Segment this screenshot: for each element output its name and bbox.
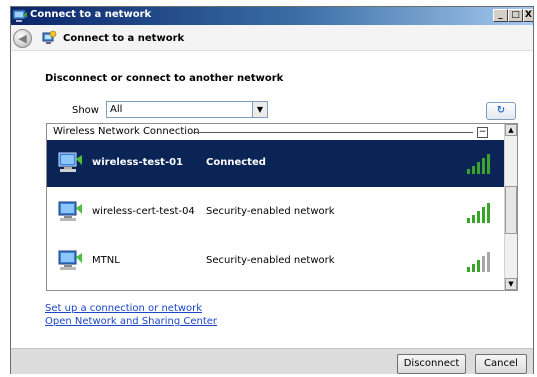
title-bar[interactable]: Connect to a network _ □ X	[11, 7, 533, 25]
group-label: Wireless Network Connection	[53, 126, 204, 137]
close-button[interactable]: X	[523, 9, 533, 22]
network-name: wireless-test-01	[92, 157, 184, 168]
chevron-down-icon[interactable]: ▼	[252, 102, 267, 117]
back-arrow-icon[interactable]: ◀	[13, 29, 32, 48]
group-header: Wireless Network Connection −	[47, 124, 504, 140]
signal-strength-icon	[467, 252, 490, 272]
sharing-center-link[interactable]: Open Network and Sharing Center	[45, 316, 217, 327]
network-name: MTNL	[92, 255, 120, 266]
scroll-up-button[interactable]: ▲	[505, 124, 517, 136]
network-status: Connected	[206, 157, 266, 168]
setup-connection-link[interactable]: Set up a connection or network	[45, 303, 202, 314]
signal-strength-icon	[467, 154, 490, 174]
show-filter-dropdown[interactable]: All ▼	[106, 101, 268, 118]
refresh-button[interactable]: ↻	[486, 102, 516, 120]
network-status: Security-enabled network	[206, 255, 335, 266]
network-app-icon	[12, 9, 27, 22]
navigation-bar: ◀ Connect to a network	[11, 25, 533, 51]
network-list: Wireless Network Connection − wireless-t…	[46, 123, 518, 291]
scroll-thumb[interactable]	[505, 186, 517, 234]
signal-strength-icon	[467, 203, 490, 223]
collapse-group-button[interactable]: −	[477, 127, 488, 138]
connect-network-window: Connect to a network _ □ X ◀ Connect to …	[10, 6, 534, 374]
section-heading: Disconnect or connect to another network	[45, 73, 284, 84]
network-name: wireless-cert-test-04	[92, 206, 195, 217]
page-title: Connect to a network	[63, 33, 185, 44]
window-title: Connect to a network	[30, 9, 152, 20]
network-status: Security-enabled network	[206, 206, 335, 217]
cancel-button[interactable]: Cancel	[475, 354, 527, 374]
network-row-wireless-test-01[interactable]: wireless-test-01 Connected	[47, 140, 504, 187]
dialog-footer: Disconnect Cancel	[11, 348, 533, 374]
scroll-down-button[interactable]: ▼	[505, 278, 517, 290]
wireless-network-icon	[58, 201, 82, 221]
main-content: Disconnect or connect to another network…	[11, 51, 533, 348]
group-divider	[193, 132, 473, 133]
show-filter-value: All	[110, 104, 123, 115]
show-filter-label: Show	[72, 105, 99, 116]
wireless-network-icon	[58, 250, 82, 270]
wireless-network-icon	[58, 152, 82, 172]
disconnect-button[interactable]: Disconnect	[397, 354, 466, 374]
maximize-button[interactable]: □	[508, 9, 523, 22]
network-row-wireless-cert-test-04[interactable]: wireless-cert-test-04 Security-enabled n…	[47, 189, 504, 236]
network-list-scrollbar[interactable]: ▲ ▼	[504, 124, 517, 290]
network-row-mtnl[interactable]: MTNL Security-enabled network	[47, 238, 504, 285]
minimize-button[interactable]: _	[493, 9, 508, 22]
network-wizard-icon	[42, 30, 57, 44]
